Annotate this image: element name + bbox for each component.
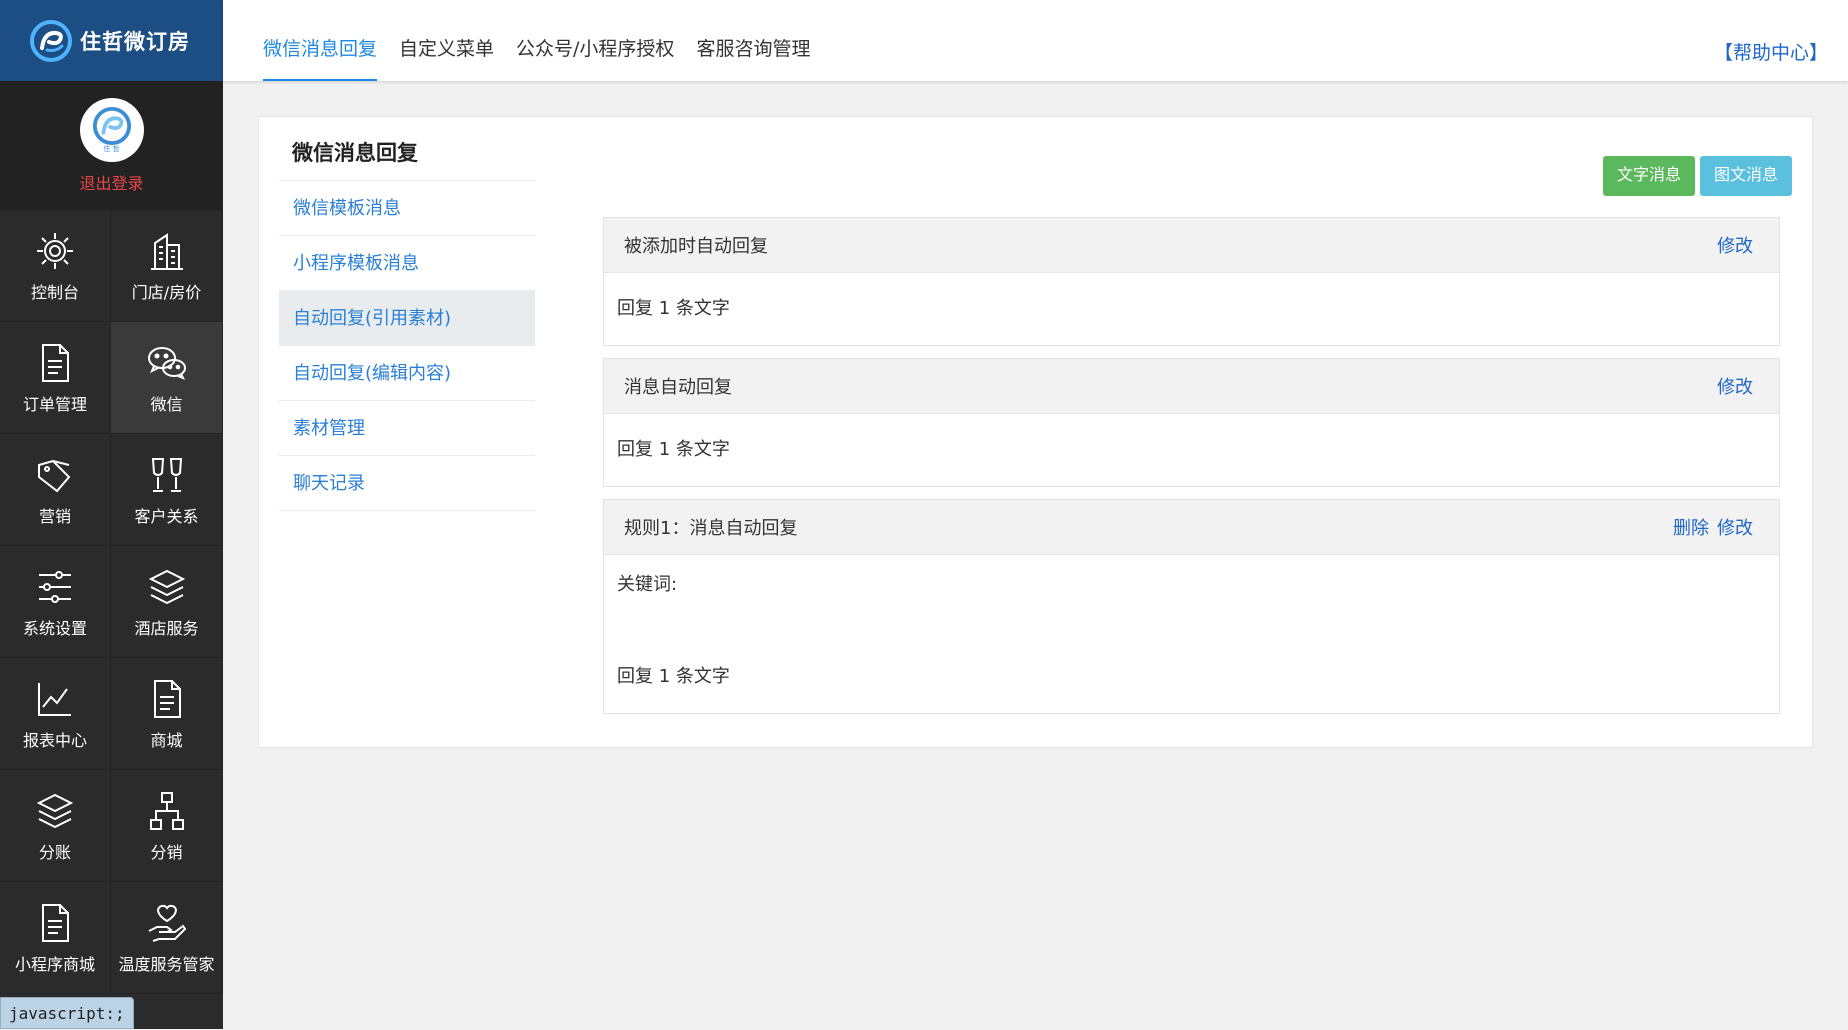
nav-label: 门店/房价 <box>131 282 202 302</box>
nav-item-hotel-services[interactable]: 酒店服务 <box>111 546 223 658</box>
panel-actions: 修改 <box>1717 373 1753 399</box>
logout-link[interactable]: 退出登录 <box>79 170 143 194</box>
nav-item-reports[interactable]: 报表中心 <box>0 658 111 770</box>
nav-item-dashboard[interactable]: 控制台 <box>0 210 111 322</box>
edit-link[interactable]: 修改 <box>1717 514 1753 540</box>
nav-item-orders[interactable]: 订单管理 <box>0 322 111 434</box>
brand-name: 住哲微订房 <box>80 29 190 54</box>
panel-body: 关键词: 回复 1 条文字 <box>604 555 1779 713</box>
content-card: 微信消息回复 微信模板消息 小程序模板消息 自动回复(引用素材) 自动回复(编辑… <box>258 116 1813 748</box>
help-center-link[interactable]: 【帮助中心】 <box>1714 38 1828 65</box>
avatar-logo-icon <box>92 106 131 145</box>
panel-title: 消息自动回复 <box>624 377 732 398</box>
panel-header: 消息自动回复 修改 <box>604 359 1779 414</box>
wechat-icon <box>147 346 186 380</box>
line-chart-icon <box>38 682 71 716</box>
main-nav: 控制台 门店/房价 订单管理 微信 营销 客户关系 系统设置 酒店服务 报表中心… <box>0 210 223 994</box>
document-icon <box>153 679 181 718</box>
nav-label: 微信 <box>150 394 183 414</box>
top-tabs: 微信消息回复 自定义菜单 公众号/小程序授权 客服咨询管理 <box>263 0 810 81</box>
nav-label: 分账 <box>38 842 71 862</box>
nav-item-care-butler[interactable]: 温度服务管家 <box>111 882 223 994</box>
gear-icon <box>37 232 73 269</box>
nav-item-customers[interactable]: 客户关系 <box>111 434 223 546</box>
nav-label: 小程序商城 <box>14 954 95 974</box>
nav-label: 商城 <box>150 730 183 750</box>
nav-label: 酒店服务 <box>134 618 199 638</box>
edit-link[interactable]: 修改 <box>1717 232 1753 258</box>
document-icon <box>42 903 69 942</box>
keyword-label: 关键词: <box>617 574 678 595</box>
status-bar-url: javascript:; <box>0 997 134 1029</box>
sub-nav-title: 微信消息回复 <box>279 137 535 181</box>
tab-authorization[interactable]: 公众号/小程序授权 <box>516 0 674 81</box>
nav-label: 报表中心 <box>22 730 87 750</box>
panel-body: 回复 1 条文字 <box>604 273 1779 345</box>
nav-item-distribution[interactable]: 分销 <box>111 770 223 882</box>
reply-panel: 被添加时自动回复 修改 回复 1 条文字 <box>603 217 1780 346</box>
sub-nav-item-auto-reply-material[interactable]: 自动回复(引用素材) <box>279 291 535 346</box>
nav-item-wechat[interactable]: 微信 <box>111 322 223 434</box>
nav-label: 分销 <box>150 842 183 862</box>
reply-panel: 消息自动回复 修改 回复 1 条文字 <box>603 358 1780 487</box>
sub-nav-item-material-mgmt[interactable]: 素材管理 <box>279 401 535 456</box>
sidebar: 住哲微订房 住 哲 退出登录 控制台 门店/房价 订单管理 微信 营销 客户关系… <box>0 0 223 1029</box>
panel-header: 规则1：消息自动回复 删除 修改 <box>604 500 1779 555</box>
nav-label: 营销 <box>38 506 71 526</box>
text-message-button[interactable]: 文字消息 <box>1602 156 1695 196</box>
reply-summary: 回复 1 条文字 <box>617 298 730 319</box>
layers-icon <box>36 793 74 828</box>
sub-nav-item-chat-history[interactable]: 聊天记录 <box>279 456 535 511</box>
avatar[interactable]: 住 哲 <box>79 97 144 162</box>
news-message-button[interactable]: 图文消息 <box>1699 156 1792 196</box>
nav-label: 系统设置 <box>22 618 87 638</box>
nav-item-split-billing[interactable]: 分账 <box>0 770 111 882</box>
profile-area: 住 哲 退出登录 <box>0 81 223 210</box>
sub-nav: 微信消息回复 微信模板消息 小程序模板消息 自动回复(引用素材) 自动回复(编辑… <box>279 137 535 511</box>
tab-wechat-reply[interactable]: 微信消息回复 <box>263 0 378 81</box>
panel-body: 回复 1 条文字 <box>604 414 1779 486</box>
panel-actions: 修改 <box>1717 232 1753 258</box>
tab-custom-menu[interactable]: 自定义菜单 <box>399 0 494 81</box>
org-chart-icon <box>149 791 184 830</box>
reply-rules: 被添加时自动回复 修改 回复 1 条文字 消息自动回复 修改 回复 1 条文字 <box>603 217 1780 726</box>
sub-nav-item-template-msg[interactable]: 微信模板消息 <box>279 181 535 236</box>
nav-label: 控制台 <box>30 282 79 302</box>
nav-item-settings[interactable]: 系统设置 <box>0 546 111 658</box>
glasses-toast-icon <box>151 457 182 492</box>
action-buttons: 文字消息 图文消息 <box>1602 156 1792 196</box>
buildings-icon <box>150 232 183 270</box>
nav-item-mall[interactable]: 商城 <box>111 658 223 770</box>
nav-label: 订单管理 <box>22 394 87 414</box>
edit-link[interactable]: 修改 <box>1717 373 1753 399</box>
panel-title: 被添加时自动回复 <box>624 236 768 257</box>
nav-label: 温度服务管家 <box>118 954 215 974</box>
heart-hand-icon <box>148 904 186 942</box>
sub-nav-item-auto-reply-edit[interactable]: 自动回复(编辑内容) <box>279 346 535 401</box>
avatar-caption: 住 哲 <box>103 144 120 153</box>
top-bar: 微信消息回复 自定义菜单 公众号/小程序授权 客服咨询管理 【帮助中心】 <box>223 0 1848 81</box>
delete-link[interactable]: 删除 <box>1673 514 1709 540</box>
panel-header: 被添加时自动回复 修改 <box>604 218 1779 273</box>
panel-title: 规则1：消息自动回复 <box>624 518 798 539</box>
sliders-icon <box>39 570 71 603</box>
sub-nav-item-mini-template-msg[interactable]: 小程序模板消息 <box>279 236 535 291</box>
reply-panel: 规则1：消息自动回复 删除 修改 关键词: 回复 1 条文字 <box>603 499 1780 714</box>
tags-icon <box>38 459 71 492</box>
nav-item-stores[interactable]: 门店/房价 <box>111 210 223 322</box>
tab-customer-service[interactable]: 客服咨询管理 <box>696 0 810 81</box>
document-icon <box>42 343 69 382</box>
nav-label: 客户关系 <box>134 506 199 526</box>
nav-item-marketing[interactable]: 营销 <box>0 434 111 546</box>
reply-summary: 回复 1 条文字 <box>617 439 730 460</box>
panel-actions: 删除 修改 <box>1673 514 1753 540</box>
brand-logo-icon <box>30 19 72 62</box>
layers-icon <box>148 569 185 604</box>
reply-summary: 回复 1 条文字 <box>617 666 730 687</box>
brand-logo-bar[interactable]: 住哲微订房 <box>0 0 223 81</box>
nav-item-mini-program-mall[interactable]: 小程序商城 <box>0 882 111 994</box>
